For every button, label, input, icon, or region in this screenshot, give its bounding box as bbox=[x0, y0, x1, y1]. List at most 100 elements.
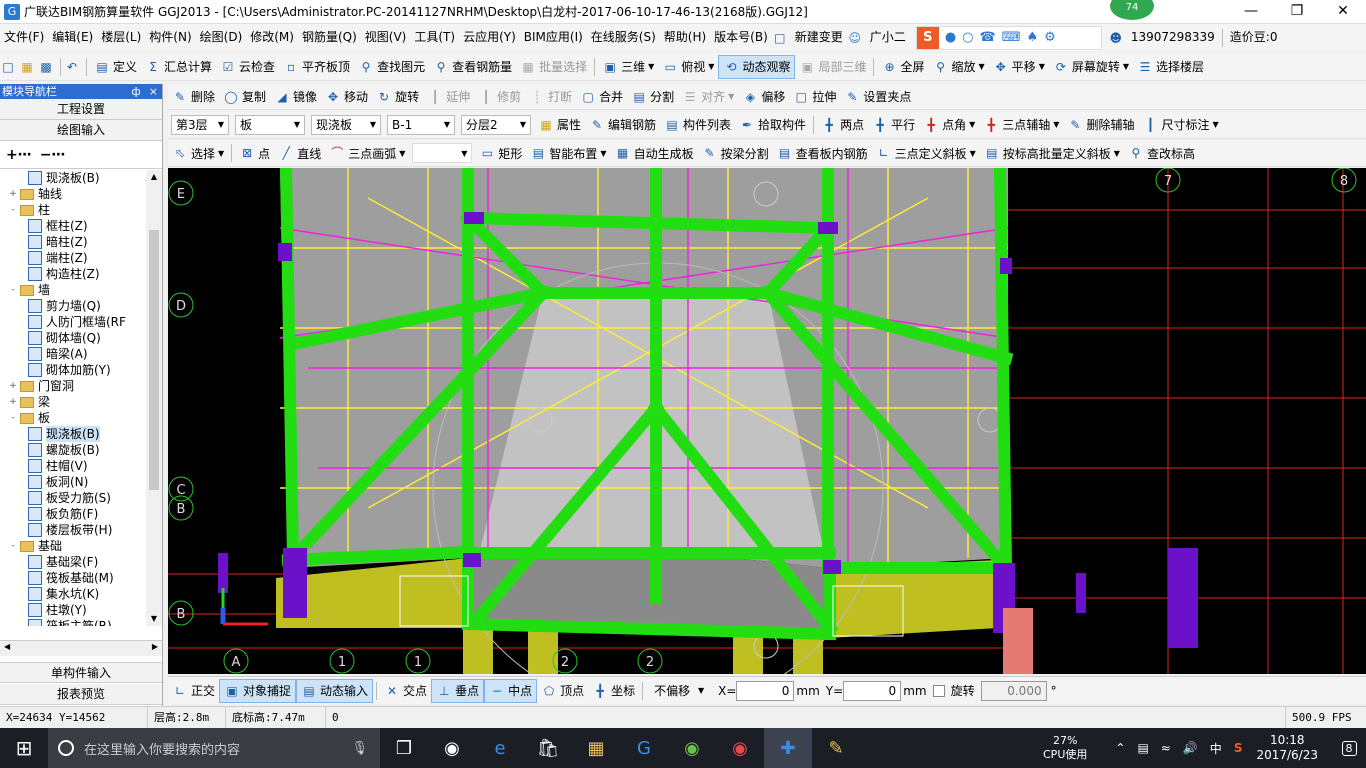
three-point-arc-button[interactable]: ⌒ 三点画弧 ▼ bbox=[325, 141, 409, 165]
close-panel-icon[interactable]: × bbox=[149, 85, 158, 98]
align-slab-top-button[interactable]: ▫ 平齐板顶 bbox=[279, 55, 354, 79]
dimension-button[interactable]: ┃ 尺寸标注 ▼ bbox=[1138, 113, 1222, 137]
three-point-axis-button[interactable]: ╋ 三点辅轴 ▼ bbox=[979, 113, 1063, 137]
component-name-select[interactable]: B-1 ▼ bbox=[387, 114, 455, 135]
batch-slope-slab-button[interactable]: ▤ 按标高批量定义斜板 ▼ bbox=[980, 141, 1124, 165]
file-explorer-icon[interactable]: ▦ bbox=[572, 728, 620, 768]
rotate-button[interactable]: ↻ 旋转 bbox=[372, 85, 423, 109]
split-by-beam-button[interactable]: ✎ 按梁分割 bbox=[698, 141, 773, 165]
arc-option-select[interactable]: ▼ bbox=[412, 143, 473, 163]
open-folder-icon[interactable]: ▦ bbox=[19, 59, 35, 75]
menu-version[interactable]: 版本号(B) bbox=[710, 24, 772, 51]
tree-folder[interactable]: + 门窗洞 bbox=[0, 378, 146, 394]
rotate-input[interactable]: 0.000 bbox=[980, 680, 1047, 701]
tree-item[interactable]: 构造柱(Z) bbox=[0, 266, 146, 282]
extend-button[interactable]: ┃ 延伸 bbox=[423, 85, 474, 109]
menu-help[interactable]: 帮助(H) bbox=[660, 24, 710, 51]
app-red-icon[interactable]: ◉ bbox=[716, 728, 764, 768]
tree-item[interactable]: 柱帽(V) bbox=[0, 458, 146, 474]
smart-layout-button[interactable]: ▤ 智能布置 ▼ bbox=[526, 141, 610, 165]
save-icon[interactable]: ▩ bbox=[38, 59, 54, 75]
tree-item[interactable]: 筏板主筋(R) bbox=[0, 618, 146, 626]
sogou-tray-icon[interactable]: S bbox=[1234, 741, 1243, 755]
tree-horizontal-scrollbar[interactable]: ◀ ▶ bbox=[0, 640, 162, 656]
network-icon[interactable]: ▤ bbox=[1137, 741, 1148, 755]
glodon-app-icon[interactable]: G bbox=[620, 728, 668, 768]
expand-icon[interactable]: + bbox=[8, 394, 18, 410]
rectangle-button[interactable]: ▭ 矩形 bbox=[475, 141, 526, 165]
dynamic-input-toggle[interactable]: ▤ 动态输入 bbox=[296, 678, 374, 703]
tree-item[interactable]: 板受力筋(S) bbox=[0, 490, 146, 506]
midpoint-snap-toggle[interactable]: − 中点 bbox=[484, 678, 538, 703]
scroll-up-icon[interactable]: ▲ bbox=[146, 170, 162, 184]
x-offset-input[interactable]: 0 bbox=[736, 680, 795, 701]
tree-item[interactable]: 暗梁(A) bbox=[0, 346, 146, 362]
pan-button[interactable]: ✥ 平移 ▼ bbox=[989, 55, 1049, 79]
ime-indicator[interactable]: 中 bbox=[1210, 740, 1222, 757]
ime-toolbar[interactable]: S ●○☎⌨♠⚙ bbox=[915, 25, 1102, 50]
menu-cloud[interactable]: 云应用(Y) bbox=[459, 24, 520, 51]
auto-generate-slab-button[interactable]: ▦ 自动生成板 bbox=[611, 141, 698, 165]
coordinate-snap-toggle[interactable]: ╋ 坐标 bbox=[588, 679, 639, 703]
menu-modify[interactable]: 修改(M) bbox=[246, 24, 298, 51]
assistant-button[interactable]: 广小二 bbox=[866, 24, 910, 51]
taskbar-search[interactable]: 在这里输入你要搜索的内容 🎙 bbox=[48, 728, 380, 768]
scroll-down-icon[interactable]: ▼ bbox=[146, 612, 162, 626]
point-button[interactable]: ⊠ 点 bbox=[235, 141, 274, 165]
trim-button[interactable]: ┃ 修剪 bbox=[474, 85, 525, 109]
tree-item[interactable]: 砌体墙(Q) bbox=[0, 330, 146, 346]
store-icon[interactable]: 🛍 bbox=[524, 728, 572, 768]
wifi-icon[interactable]: ≈ bbox=[1161, 741, 1171, 755]
minimize-icon[interactable]: — bbox=[1228, 0, 1274, 24]
tree-item[interactable]: 现浇板(B) bbox=[0, 170, 146, 186]
tray-expand-icon[interactable]: ⌃ bbox=[1115, 741, 1125, 755]
menu-view[interactable]: 视图(V) bbox=[361, 24, 411, 51]
tree-item[interactable]: 螺旋板(B) bbox=[0, 442, 146, 458]
tree-item[interactable]: 端柱(Z) bbox=[0, 250, 146, 266]
local-3d-button[interactable]: ▣ 局部三维 bbox=[795, 55, 870, 79]
menu-floor[interactable]: 楼层(L) bbox=[97, 24, 145, 51]
layer-select[interactable]: 分层2 ▼ bbox=[461, 114, 531, 135]
notes-app-icon[interactable]: ✎ bbox=[812, 728, 860, 768]
subtype-select[interactable]: 现浇板 ▼ bbox=[311, 114, 381, 135]
edge-browser-icon[interactable]: e bbox=[476, 728, 524, 768]
fullscreen-button[interactable]: ⊕ 全屏 bbox=[877, 55, 928, 79]
pick-component-button[interactable]: ✒ 拾取构件 bbox=[735, 113, 810, 137]
offset-mode-select[interactable]: 不偏移 ▼ bbox=[649, 680, 710, 701]
vertex-snap-toggle[interactable]: ⬠ 顶点 bbox=[537, 679, 588, 703]
edit-elevation-button[interactable]: ⚲ 查改标高 bbox=[1124, 141, 1199, 165]
collapse-icon[interactable]: - bbox=[8, 202, 18, 218]
tree-item[interactable]: 现浇板(B) bbox=[0, 426, 146, 442]
summary-calc-button[interactable]: Σ 汇总计算 bbox=[141, 55, 216, 79]
tree-item[interactable]: 剪力墙(Q) bbox=[0, 298, 146, 314]
component-list-button[interactable]: ▤ 构件列表 bbox=[660, 113, 735, 137]
expand-icon[interactable]: + bbox=[8, 378, 18, 394]
expand-icon[interactable]: + bbox=[8, 186, 18, 202]
view-slab-rebar-button[interactable]: ▤ 查看板内钢筋 bbox=[773, 141, 872, 165]
move-button[interactable]: ✥ 移动 bbox=[321, 85, 372, 109]
pin-icon[interactable]: ф bbox=[131, 85, 140, 98]
tree-folder[interactable]: -柱 bbox=[0, 202, 146, 218]
user-phone[interactable]: 13907298339 bbox=[1127, 24, 1219, 51]
tree-item[interactable]: 暗柱(Z) bbox=[0, 234, 146, 250]
find-element-button[interactable]: ⚲ 查找图元 bbox=[354, 55, 429, 79]
two-point-axis-button[interactable]: ╋ 两点 bbox=[817, 113, 868, 137]
parallel-axis-button[interactable]: ╋ 平行 bbox=[868, 113, 919, 137]
tree-item[interactable]: 柱墩(Y) bbox=[0, 602, 146, 618]
scroll-thumb[interactable] bbox=[149, 230, 159, 490]
menu-bim[interactable]: BIM应用(I) bbox=[520, 24, 587, 51]
delete-axis-button[interactable]: ✎ 删除辅轴 bbox=[1063, 113, 1138, 137]
report-preview-button[interactable]: 报表预览 bbox=[0, 684, 162, 705]
tree-item[interactable]: 板负筋(F) bbox=[0, 506, 146, 522]
tree-folder[interactable]: + 轴线 bbox=[0, 186, 146, 202]
mirror-button[interactable]: ◢ 镜像 bbox=[270, 85, 321, 109]
menu-file[interactable]: 文件(F) bbox=[0, 24, 48, 51]
drawing-input-button[interactable]: 绘图输入 bbox=[0, 120, 162, 141]
rotate-checkbox[interactable] bbox=[932, 684, 945, 697]
windows-start-icon[interactable]: ⊞ bbox=[0, 728, 48, 768]
3d-viewport[interactable]: E D C B B A 1 1 2 2 7 8 bbox=[168, 168, 1366, 674]
3d-view-button[interactable]: ▣ 三维 ▼ bbox=[598, 55, 658, 79]
task-view-icon[interactable]: ❐ bbox=[380, 728, 428, 768]
single-component-input-button[interactable]: 单构件输入 bbox=[0, 662, 162, 683]
floor-select[interactable]: 第3层 ▼ bbox=[171, 114, 229, 135]
